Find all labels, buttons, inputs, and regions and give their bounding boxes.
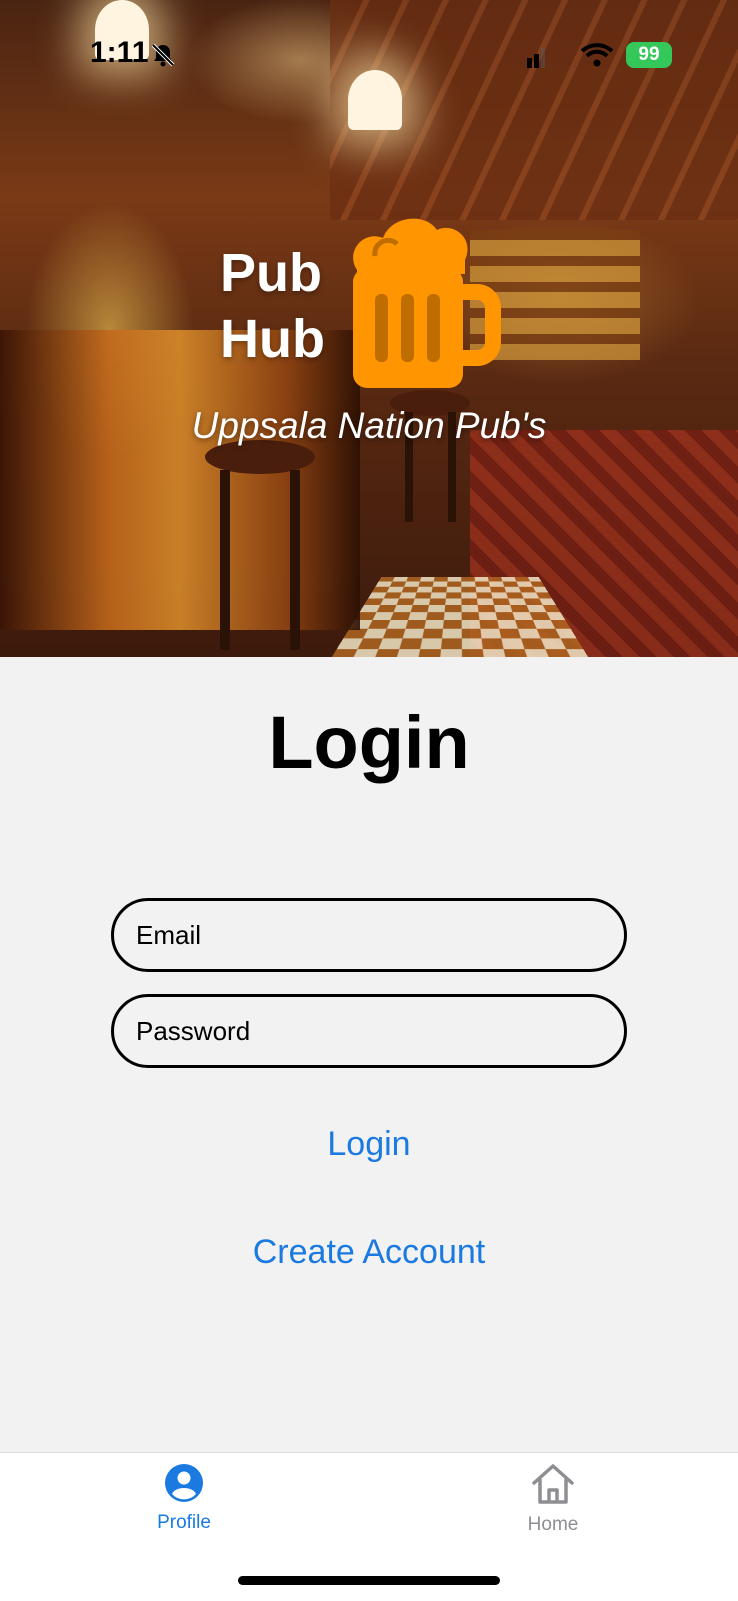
- hero-carpet: [470, 430, 738, 657]
- tab-home[interactable]: Home: [483, 1463, 623, 1536]
- create-account-button[interactable]: Create Account: [0, 1233, 738, 1272]
- password-input[interactable]: [111, 994, 627, 1068]
- hero-stool-leg: [290, 470, 300, 650]
- tab-profile[interactable]: Profile: [114, 1463, 254, 1534]
- tab-home-label: Home: [527, 1514, 579, 1535]
- hero-lamp: [348, 70, 402, 130]
- hero-stool-leg: [220, 470, 230, 650]
- logo-line-2: Hub: [220, 309, 325, 369]
- logo-line-1: Pub: [220, 243, 322, 303]
- app-logo-text: Pub Hub: [220, 240, 325, 372]
- profile-icon: [165, 1464, 203, 1502]
- hero-bar-counter: [0, 330, 360, 630]
- wifi-icon: [580, 43, 614, 67]
- bell-muted-icon: [151, 43, 175, 67]
- beer-mug-icon: [353, 218, 501, 388]
- login-button[interactable]: Login: [0, 1125, 738, 1164]
- home-indicator: [238, 1576, 500, 1585]
- battery-indicator: 99: [626, 42, 672, 68]
- cellular-signal-icon: [527, 48, 545, 68]
- battery-level: 99: [638, 44, 660, 65]
- app-tagline: Uppsala Nation Pub's: [191, 405, 547, 446]
- email-input[interactable]: [111, 898, 627, 972]
- status-time: 1:11: [90, 36, 149, 69]
- home-icon: [532, 1464, 574, 1504]
- page-title: Login: [268, 701, 470, 784]
- tab-profile-label: Profile: [157, 1512, 211, 1533]
